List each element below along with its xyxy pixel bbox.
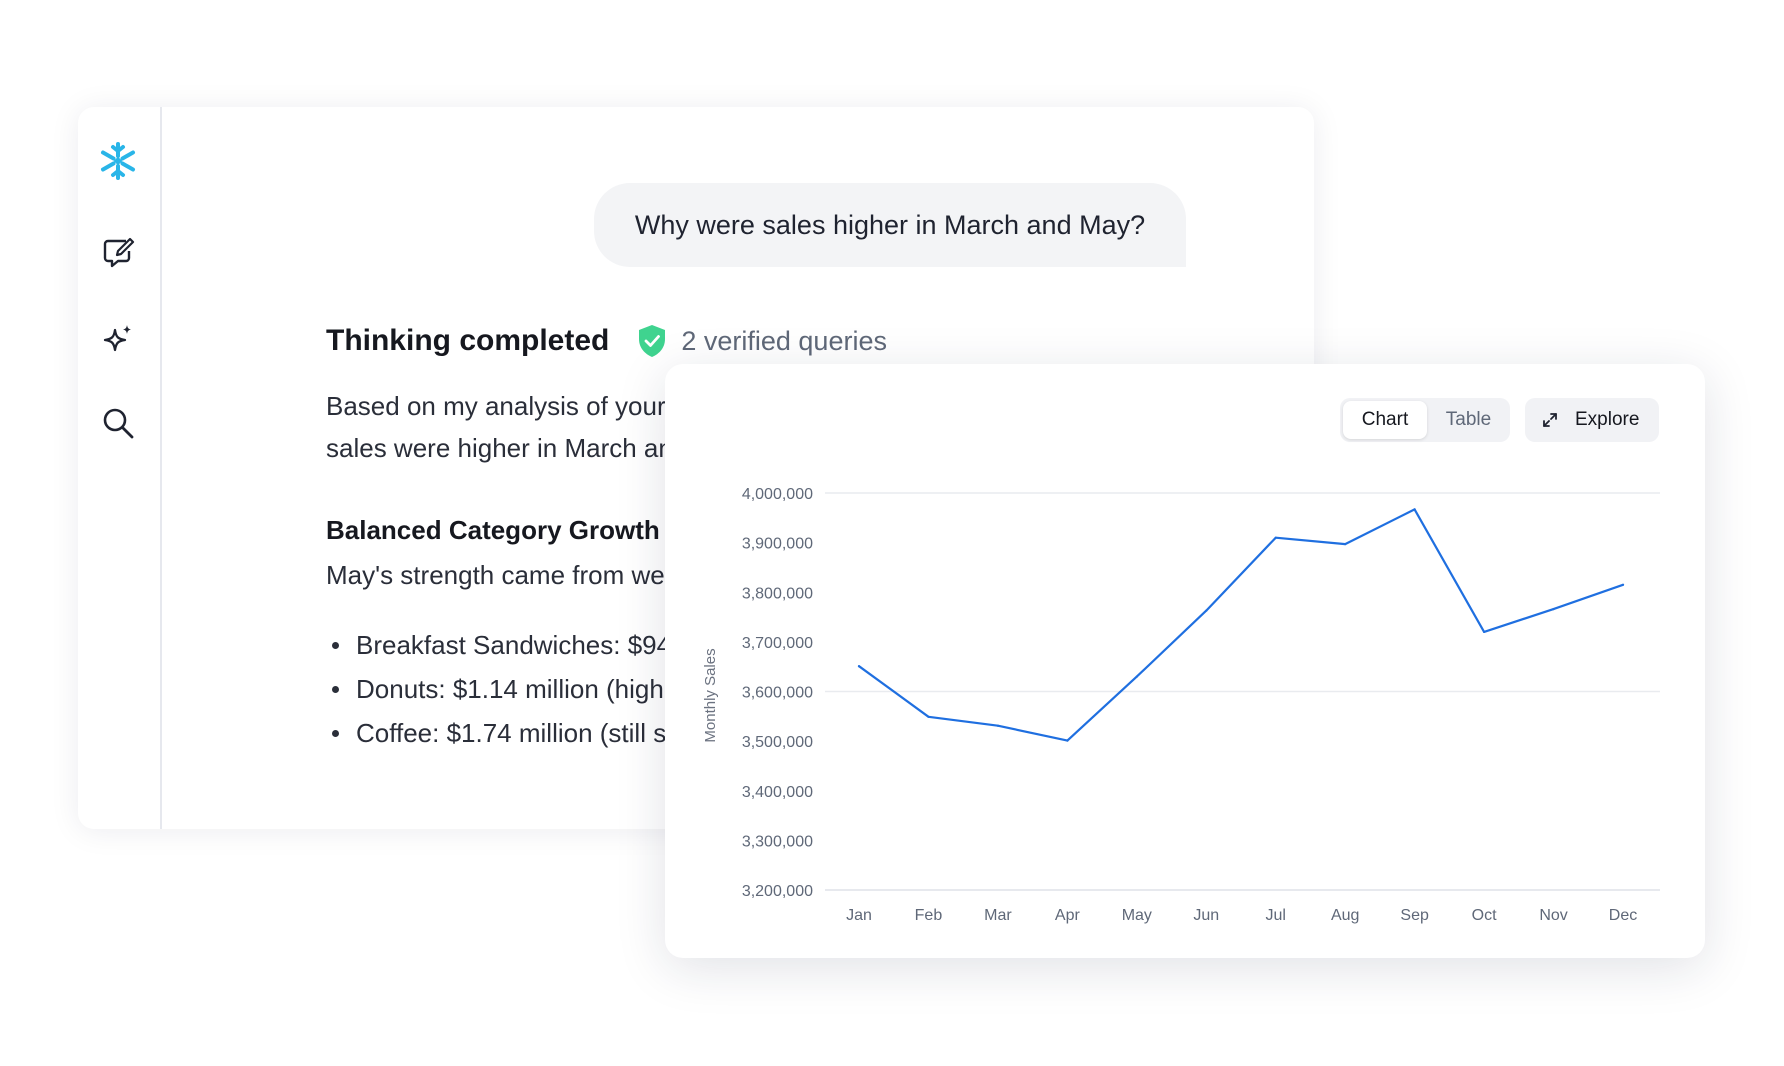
y-tick-label: 3,600,000 — [742, 685, 813, 702]
sparkle-icon[interactable] — [100, 321, 136, 357]
thinking-title: Thinking completed — [326, 324, 610, 357]
y-tick-label: 3,500,000 — [742, 734, 813, 751]
x-tick-label: Aug — [1331, 907, 1359, 924]
chart-panel: Chart Table Explore 3,200,000 3,300,000 3,… — [665, 364, 1705, 958]
data-point — [996, 724, 1000, 727]
y-axis-label: Monthly Sales — [702, 648, 719, 742]
data-point — [1482, 630, 1486, 634]
data-point — [1344, 543, 1347, 546]
x-tick-label: Feb — [915, 907, 943, 924]
x-tick-label: Sep — [1400, 907, 1429, 924]
x-tick-label: Jun — [1193, 907, 1219, 924]
series-line — [857, 508, 1625, 742]
verified-queries-link[interactable]: 2 verified queries — [681, 326, 887, 357]
thinking-status-row: Thinking completed 2 verified queries — [326, 319, 887, 363]
y-tick-label: 3,800,000 — [742, 585, 813, 602]
search-icon[interactable] — [100, 405, 136, 441]
x-tick-label: Jul — [1266, 907, 1286, 924]
y-tick-label: 3,200,000 — [742, 883, 813, 900]
user-message-bubble: Why were sales higher in March and May? — [594, 183, 1186, 267]
response-line: sales were higher in March and M — [326, 433, 717, 463]
data-point — [1205, 609, 1208, 612]
data-point — [857, 665, 861, 668]
section-text: May's strength came from well-ro — [326, 560, 709, 590]
snowflake-logo-icon[interactable] — [98, 141, 138, 181]
data-point — [1413, 508, 1416, 511]
line-chart: 3,200,000 3,300,000 3,400,000 3,500,000 3,60… — [702, 486, 1660, 924]
data-point — [1066, 739, 1069, 742]
response-line: Based on my analysis of your 202 — [326, 391, 717, 421]
data-point — [1274, 536, 1277, 539]
x-tick-label: Dec — [1609, 907, 1637, 924]
y-tick-label: 3,700,000 — [742, 635, 813, 652]
data-point — [1621, 583, 1625, 586]
new-chat-icon[interactable] — [100, 235, 136, 271]
x-tick-label: Mar — [984, 907, 1012, 924]
verified-shield-icon — [639, 325, 666, 357]
y-tick-label: 3,400,000 — [742, 784, 813, 801]
y-tick-label: 3,300,000 — [742, 833, 813, 850]
data-point — [927, 715, 930, 718]
x-tick-label: Oct — [1472, 907, 1497, 924]
response-paragraph: Based on my analysis of your 202 sales w… — [326, 385, 716, 469]
x-tick-label: Jan — [846, 907, 872, 924]
data-point — [1552, 608, 1555, 611]
y-tick-label: 3,900,000 — [742, 536, 813, 553]
x-tick-label: Nov — [1539, 907, 1567, 924]
x-tick-label: Apr — [1055, 907, 1081, 924]
data-point — [1135, 675, 1138, 678]
sidebar — [78, 107, 162, 829]
y-tick-label: 4,000,000 — [742, 486, 813, 503]
x-tick-label: May — [1122, 907, 1152, 924]
